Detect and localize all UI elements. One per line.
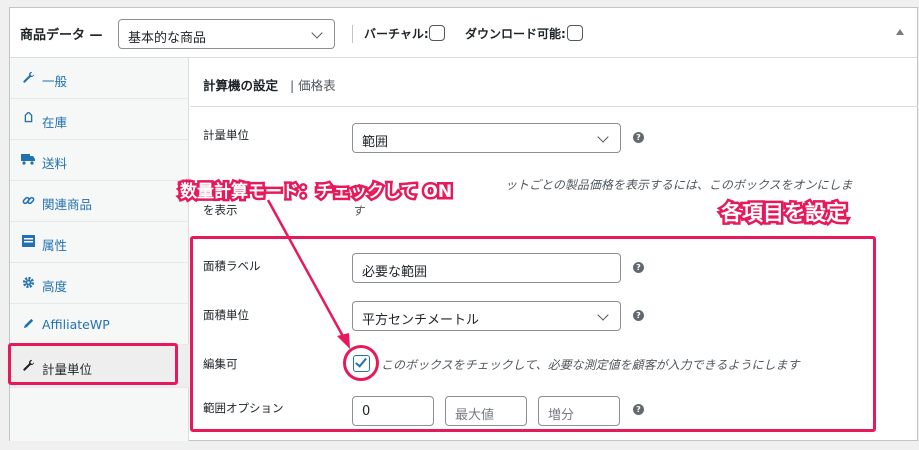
- callout-set-each-item: 各項目を設定: [719, 199, 850, 228]
- callout-quantity-mode: 数量計算モード：チェックして ON: [177, 180, 454, 205]
